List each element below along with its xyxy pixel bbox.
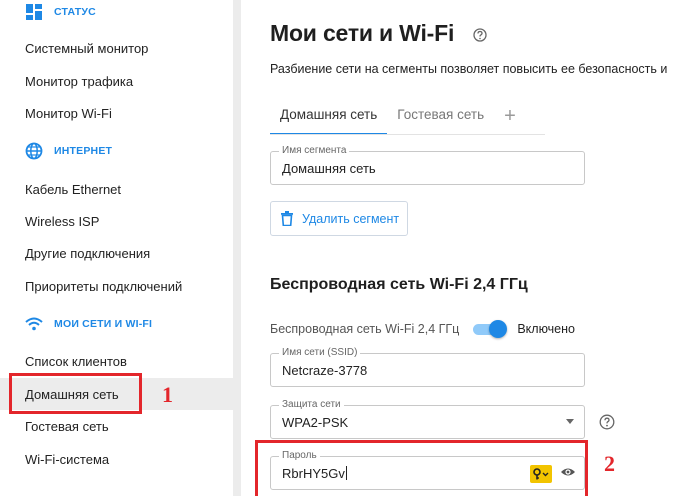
main-content: Мои сети и Wi-Fi Разбиение сети на сегме…: [241, 0, 682, 496]
security-value: WPA2-PSK: [282, 415, 349, 430]
segment-name-label: Имя сегмента: [279, 145, 350, 156]
sidebar-section-label: ИНТЕРНЕТ: [54, 145, 113, 157]
sidebar-divider: [233, 0, 241, 496]
sidebar-section-status[interactable]: СТАТУС: [24, 2, 96, 22]
annotation-marker-1: 1: [162, 382, 173, 407]
security-label: Защита сети: [279, 399, 344, 410]
delete-segment-button[interactable]: Удалить сегмент: [270, 201, 408, 236]
sidebar-item-wireless-isp[interactable]: Wireless ISP: [0, 205, 233, 237]
sidebar-section-label: СТАТУС: [54, 6, 96, 18]
wifi-icon: [24, 314, 44, 334]
sidebar-item-guest-network[interactable]: Гостевая сеть: [0, 410, 233, 442]
segment-tabs: Домашняя сеть Гостевая сеть +: [270, 103, 526, 135]
sidebar-item-system-monitor[interactable]: Системный монитор: [0, 32, 233, 64]
help-icon[interactable]: [473, 28, 487, 47]
highlight-box-1: [9, 373, 142, 414]
sidebar-item-traffic-monitor[interactable]: Монитор трафика: [0, 65, 233, 97]
page-description: Разбиение сети на сегменты позволяет пов…: [270, 62, 668, 76]
ssid-label: Имя сети (SSID): [279, 347, 361, 358]
highlight-box-2: [255, 440, 588, 496]
security-help-icon[interactable]: [599, 414, 615, 435]
chevron-down-icon: [566, 419, 574, 424]
delete-segment-label: Удалить сегмент: [302, 211, 400, 226]
ssid-value: Netcraze-3778: [282, 363, 368, 378]
sidebar-section-label: МОИ СЕТИ И WI-FI: [54, 318, 153, 330]
sidebar-item-other-connections[interactable]: Другие подключения: [0, 237, 233, 269]
wifi-toggle-label: Беспроводная сеть Wi-Fi 2,4 ГГц: [270, 322, 460, 336]
page-title: Мои сети и Wi-Fi: [270, 20, 455, 46]
wifi-toggle-row: Беспроводная сеть Wi-Fi 2,4 ГГц Включено: [270, 320, 575, 338]
tabs-underline: [270, 134, 545, 135]
sidebar-section-internet[interactable]: ИНТЕРНЕТ: [24, 141, 112, 161]
security-select[interactable]: Защита сети WPA2-PSK: [270, 399, 585, 439]
sidebar-item-connection-priorities[interactable]: Приоритеты подключений: [0, 270, 233, 302]
sidebar-item-ethernet[interactable]: Кабель Ethernet: [0, 173, 233, 205]
sidebar-item-wifi-monitor[interactable]: Монитор Wi-Fi: [0, 97, 233, 129]
tab-home-network[interactable]: Домашняя сеть: [270, 103, 388, 135]
tab-guest-network[interactable]: Гостевая сеть: [387, 103, 494, 135]
globe-icon: [24, 141, 44, 161]
wifi-toggle-state: Включено: [517, 322, 575, 336]
sidebar-section-networks-wifi[interactable]: МОИ СЕТИ И WI-FI: [24, 314, 152, 334]
wifi-toggle-switch[interactable]: [473, 320, 508, 338]
trash-icon: [281, 210, 295, 227]
switch-knob: [489, 320, 508, 338]
annotation-marker-2: 2: [604, 451, 615, 476]
sidebar-item-wifi-system[interactable]: Wi-Fi-система: [0, 443, 233, 475]
dashboard-icon: [24, 2, 44, 22]
add-tab-button[interactable]: +: [494, 103, 526, 135]
ssid-field[interactable]: Имя сети (SSID) Netcraze-3778: [270, 347, 585, 387]
segment-name-field[interactable]: Имя сегмента Домашняя сеть: [270, 145, 585, 185]
segment-name-value: Домашняя сеть: [282, 161, 376, 176]
wifi-section-title: Беспроводная сеть Wi-Fi 2,4 ГГц: [270, 276, 528, 293]
sidebar: СТАТУС Системный монитор Монитор трафика…: [0, 0, 233, 496]
